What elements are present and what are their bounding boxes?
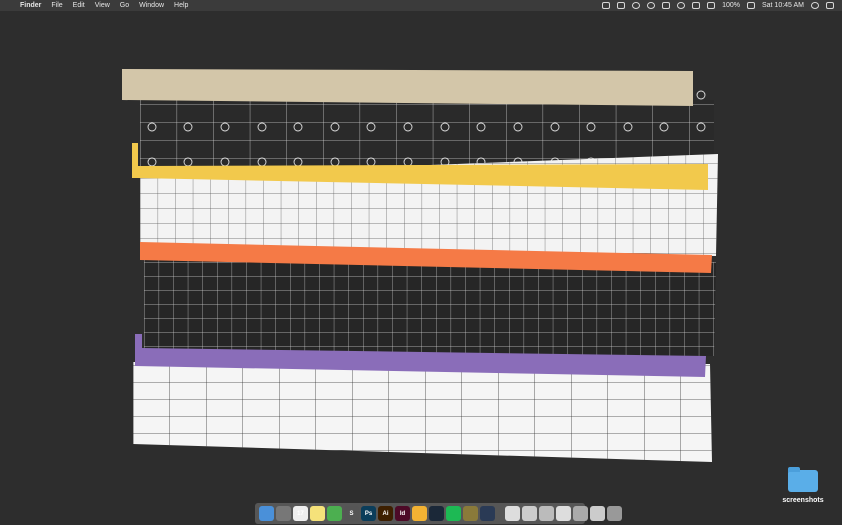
dock-illustrator-icon[interactable]: Ai — [378, 506, 393, 521]
dock-calendar-icon[interactable]: 17 — [293, 506, 308, 521]
dock-document-icon[interactable] — [522, 506, 537, 521]
battery-percent: 100% — [722, 2, 740, 9]
dock-finder-icon[interactable] — [259, 506, 274, 521]
dock-app-icon[interactable] — [480, 506, 495, 521]
dock-scrivener-icon[interactable]: S — [344, 506, 359, 521]
menu-window[interactable]: Window — [139, 0, 164, 11]
dropbox-icon[interactable] — [602, 2, 611, 9]
dock-notes-icon[interactable] — [310, 506, 325, 521]
desktop-folder-label: screenshots — [782, 497, 824, 504]
folder-icon[interactable] — [788, 467, 818, 492]
menu-view[interactable]: View — [95, 0, 110, 11]
dock-launchpad-icon[interactable] — [276, 506, 291, 521]
menu-go[interactable]: Go — [120, 0, 129, 11]
dock-document-icon[interactable] — [539, 506, 554, 521]
desktop-folder-screenshots[interactable]: screenshots — [778, 467, 828, 504]
dock-pencil-icon[interactable] — [463, 506, 478, 521]
airplay-icon[interactable] — [692, 2, 701, 9]
bluetooth-icon[interactable] — [662, 2, 671, 9]
info-icon[interactable] — [647, 2, 656, 9]
collage-white-large-grid — [133, 362, 712, 462]
dock: 17 S Ps Ai Id — [255, 503, 622, 524]
display-icon[interactable] — [617, 2, 626, 9]
desktop-wallpaper — [0, 11, 842, 525]
wifi-icon[interactable] — [677, 2, 686, 9]
dock-spotify-icon[interactable] — [446, 506, 461, 521]
app-menu-finder[interactable]: Finder — [20, 0, 41, 11]
menu-file[interactable]: File — [51, 0, 62, 11]
menu-help[interactable]: Help — [174, 0, 188, 11]
menubar-clock[interactable]: Sat 10:45 AM — [762, 0, 804, 11]
volume-icon[interactable] — [707, 2, 716, 9]
dock-document-icon[interactable] — [590, 506, 605, 521]
battery-icon[interactable] — [746, 2, 755, 9]
creative-cloud-icon[interactable] — [632, 2, 641, 9]
dock-sketch-icon[interactable] — [412, 506, 427, 521]
dock-trash-icon[interactable] — [607, 506, 622, 521]
dock-document-icon[interactable] — [556, 506, 571, 521]
spotlight-icon[interactable] — [811, 2, 819, 9]
menu-bar: Finder File Edit View Go Window Help 100… — [0, 0, 842, 11]
menu-edit[interactable]: Edit — [73, 0, 85, 11]
dock-document-icon[interactable] — [573, 506, 588, 521]
dock-steam-icon[interactable] — [429, 506, 444, 521]
dock-photoshop-icon[interactable]: Ps — [361, 506, 376, 521]
notification-center-icon[interactable] — [826, 2, 834, 9]
tan-strip — [122, 69, 693, 106]
dock-indesign-icon[interactable]: Id — [395, 506, 410, 521]
collage-dark-fine-grid — [144, 258, 716, 356]
dock-chrome-icon[interactable] — [327, 506, 342, 521]
dock-document-icon[interactable] — [505, 506, 520, 521]
